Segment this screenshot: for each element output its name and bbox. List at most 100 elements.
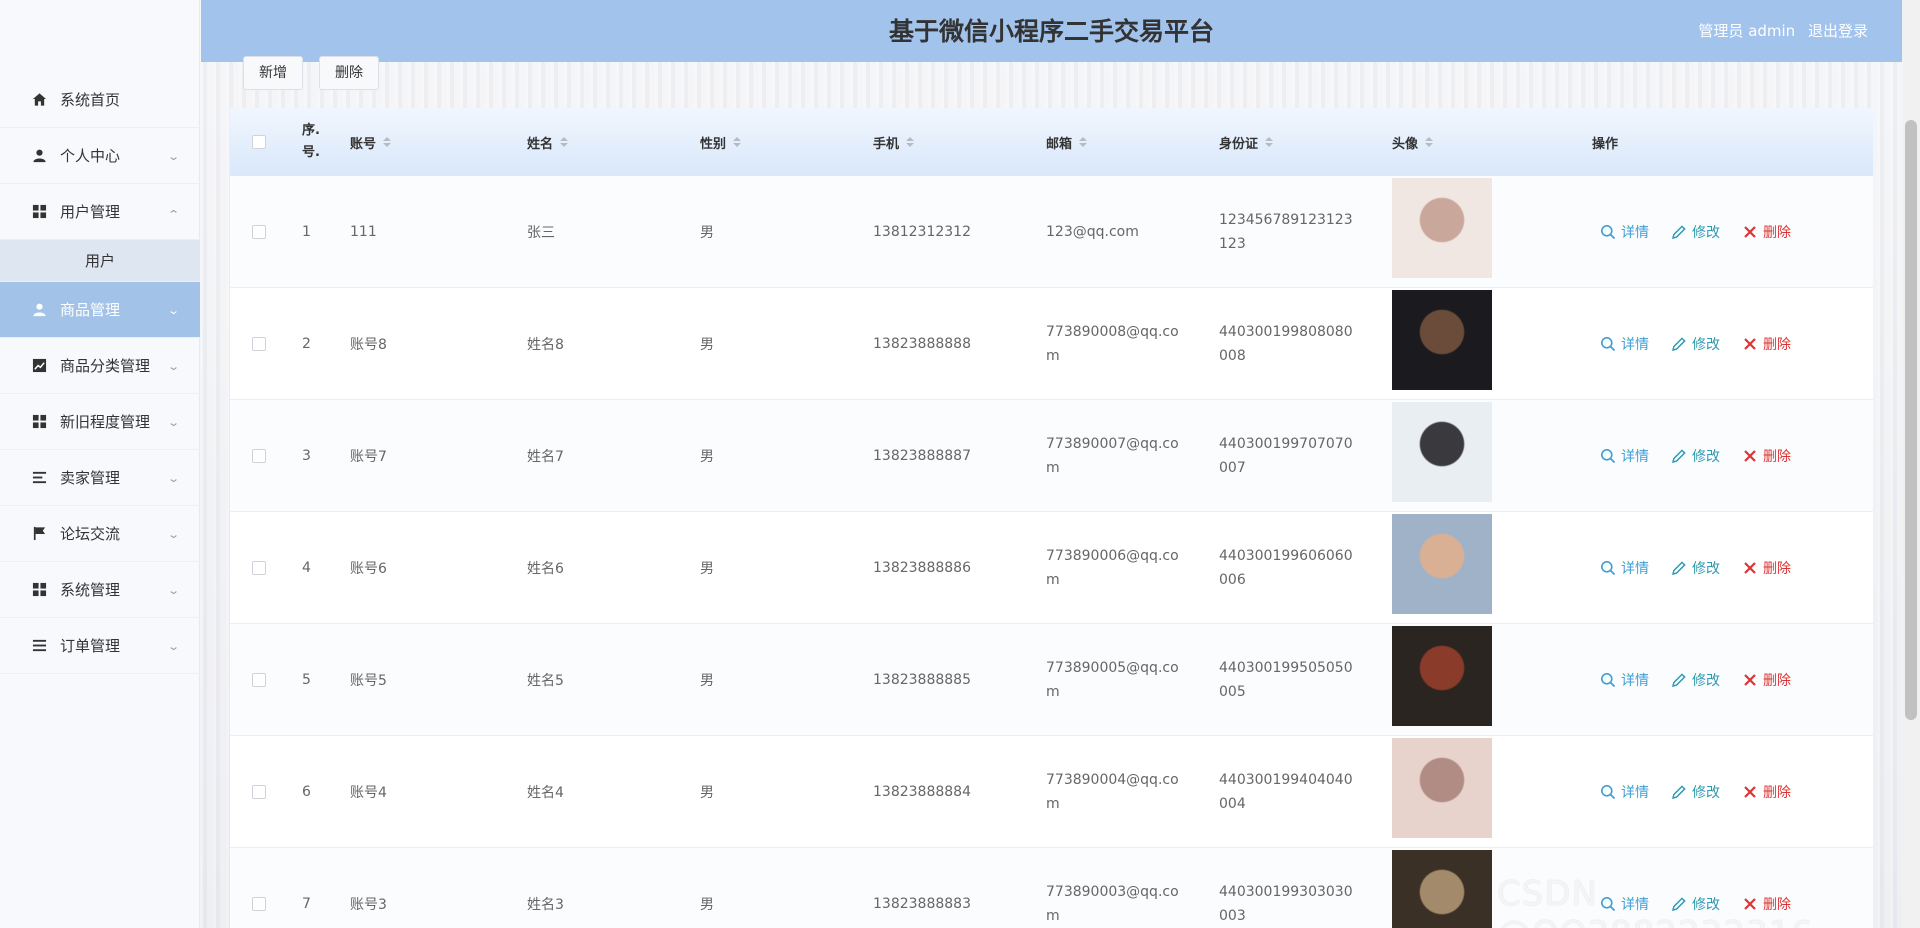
row-checkbox[interactable] (252, 624, 266, 735)
sidebar-item-label: 卖家管理 (60, 469, 121, 487)
edit-button[interactable]: 修改 (1671, 782, 1720, 802)
cell-account: 账号6 (350, 560, 387, 577)
select-all-checkbox[interactable] (252, 108, 266, 176)
chevron-down-icon: ⌄ (166, 583, 180, 597)
col-label: 账号 (350, 136, 377, 152)
col-account[interactable]: 账号 (350, 108, 392, 176)
delete-row-button[interactable]: 删除 (1742, 446, 1791, 466)
chevron-down-icon: ⌄ (166, 303, 180, 317)
sidebar-item-condition-management[interactable]: 新旧程度管理 ⌄ (0, 394, 200, 450)
chevron-down-icon: ⌄ (166, 359, 180, 373)
sidebar-subitem-user[interactable]: 用户 (0, 240, 200, 282)
table-row: 1 111 张三男 13812312312 123@qq.com 123456789123… (230, 176, 1873, 288)
sidebar-item-forum[interactable]: 论坛交流 ⌄ (0, 506, 200, 562)
sidebar-menu: 系统首页 个人中心 ⌄ 用户管理 ⌃ 用户 商品管理 ⌄ 商品分类管理 ⌄ 新旧… (0, 72, 200, 674)
detail-button[interactable]: 详情 (1600, 222, 1649, 242)
edit-button[interactable]: 修改 (1671, 558, 1720, 578)
delete-row-button[interactable]: 删除 (1742, 334, 1791, 354)
avatar-image[interactable] (1392, 402, 1492, 502)
avatar-image[interactable] (1392, 514, 1492, 614)
sidebar-item-home[interactable]: 系统首页 (0, 72, 200, 128)
delete-row-button[interactable]: 删除 (1742, 222, 1791, 242)
sidebar-item-category-management[interactable]: 商品分类管理 ⌄ (0, 338, 200, 394)
detail-button[interactable]: 详情 (1600, 334, 1649, 354)
chevron-down-icon: ⌄ (166, 527, 180, 541)
sidebar-item-goods-management[interactable]: 商品管理 ⌄ (0, 282, 200, 338)
col-name[interactable]: 姓名 (527, 108, 569, 176)
grid-icon (31, 204, 47, 220)
detail-label: 详情 (1621, 448, 1649, 465)
cell-email: 123@qq.com (1046, 223, 1139, 240)
search-icon (1601, 784, 1616, 799)
cell-account: 账号8 (350, 336, 387, 353)
cell-index: 2 (302, 335, 311, 352)
row-checkbox[interactable] (252, 176, 266, 287)
detail-button[interactable]: 详情 (1600, 558, 1649, 578)
scrollbar[interactable] (1902, 0, 1920, 928)
list-icon (31, 638, 47, 654)
grid-icon (31, 582, 47, 598)
row-actions: 详情 修改 删除 (1600, 624, 1813, 735)
row-checkbox[interactable] (252, 512, 266, 623)
cell-email: 773890004@qq.com (1046, 771, 1179, 812)
avatar-image[interactable] (1392, 626, 1492, 726)
row-actions: 详情 修改 删除 (1600, 400, 1813, 511)
edit-button[interactable]: 修改 (1671, 446, 1720, 466)
chevron-down-icon: ⌄ (166, 149, 180, 163)
sidebar-item-system-management[interactable]: 系统管理 ⌄ (0, 562, 200, 618)
sidebar-item-user-management[interactable]: 用户管理 ⌃ (0, 184, 200, 240)
edit-button[interactable]: 修改 (1671, 334, 1720, 354)
detail-button[interactable]: 详情 (1600, 670, 1649, 690)
cell-phone: 13823888886 (873, 559, 971, 576)
chevron-up-icon: ⌃ (166, 207, 180, 221)
delete-row-button[interactable]: 删除 (1742, 670, 1791, 690)
delete-label: 删除 (1763, 224, 1791, 241)
cell-account: 账号4 (350, 784, 387, 801)
cell-idcard: 440300199404040004 (1219, 771, 1353, 812)
row-checkbox[interactable] (252, 400, 266, 511)
flag-icon (31, 526, 47, 542)
grid-icon (31, 414, 47, 430)
sort-icon (733, 137, 742, 147)
user-icon (31, 302, 47, 318)
logout-link[interactable]: 退出登录 (1808, 22, 1868, 40)
sort-icon (1079, 137, 1088, 147)
col-email[interactable]: 邮箱 (1046, 108, 1088, 176)
home-icon (31, 92, 47, 108)
cell-email: 773890006@qq.com (1046, 547, 1179, 588)
row-checkbox[interactable] (252, 848, 266, 928)
col-phone[interactable]: 手机 (873, 108, 915, 176)
user-icon (31, 148, 47, 164)
row-actions: 详情 修改 删除 (1600, 736, 1813, 847)
edit-label: 修改 (1692, 224, 1720, 241)
avatar-image[interactable] (1392, 290, 1492, 390)
edit-label: 修改 (1692, 448, 1720, 465)
sidebar-item-label: 商品管理 (60, 301, 121, 319)
col-idcard[interactable]: 身份证 (1219, 108, 1274, 176)
sidebar-item-order-management[interactable]: 订单管理 ⌄ (0, 618, 200, 674)
col-gender[interactable]: 性别 (700, 108, 742, 176)
avatar-image[interactable] (1392, 738, 1492, 838)
edit-button[interactable]: 修改 (1671, 222, 1720, 242)
avatar-image[interactable] (1392, 178, 1492, 278)
detail-button[interactable]: 详情 (1600, 446, 1649, 466)
avatar-image[interactable] (1392, 850, 1492, 928)
delete-button[interactable]: 删除 (319, 56, 379, 90)
col-avatar[interactable]: 头像 (1392, 108, 1434, 176)
edit-button[interactable]: 修改 (1671, 670, 1720, 690)
delete-row-button[interactable]: 删除 (1742, 782, 1791, 802)
table-row: 6 账号4 姓名4 男 13823888884 773890004@qq.com 44030… (230, 736, 1873, 848)
row-checkbox[interactable] (252, 288, 266, 399)
sidebar-item-seller-management[interactable]: 卖家管理 ⌄ (0, 450, 200, 506)
delete-row-button[interactable]: 删除 (1742, 558, 1791, 578)
delete-label: 删除 (1763, 448, 1791, 465)
close-icon (1744, 225, 1756, 238)
add-button[interactable]: 新增 (243, 56, 303, 90)
scrollbar-thumb[interactable] (1905, 120, 1917, 720)
cell-account: 账号5 (350, 672, 387, 689)
detail-button[interactable]: 详情 (1600, 782, 1649, 802)
sidebar-item-personal-center[interactable]: 个人中心 ⌄ (0, 128, 200, 184)
row-checkbox[interactable] (252, 736, 266, 847)
table-row: 5 账号5 姓名5 男 13823888885 773890005@qq.com 44030… (230, 624, 1873, 736)
admin-label: 管理员 admin (1698, 22, 1796, 40)
